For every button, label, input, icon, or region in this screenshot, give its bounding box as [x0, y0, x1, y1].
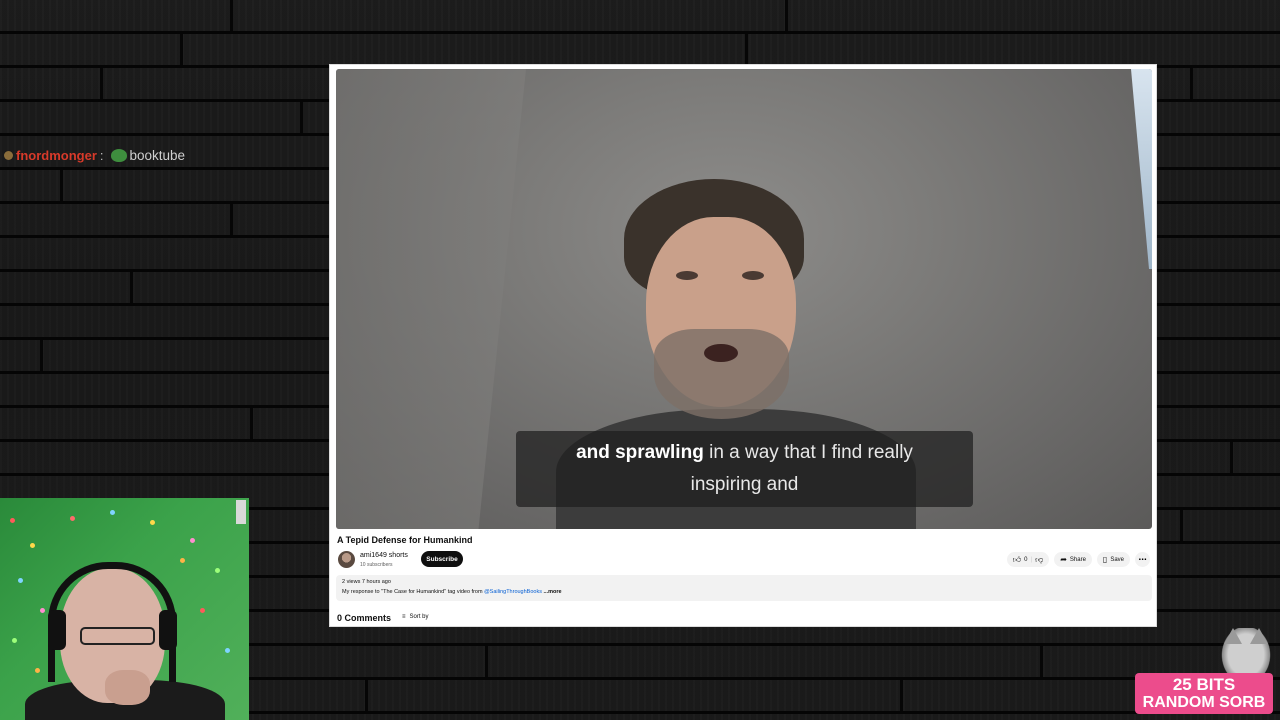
youtube-panel: and sprawling in a way that I find reall…: [329, 64, 1157, 627]
comments-count: 0 Comments: [337, 613, 392, 623]
video-caption: and sprawling in a way that I find reall…: [516, 431, 973, 507]
thumbs-down-icon[interactable]: 👎︎: [1035, 555, 1043, 564]
like-dislike-group: 👍︎ 0 | 👎︎: [1006, 552, 1050, 567]
share-button[interactable]: ➦ Share: [1054, 552, 1092, 567]
channel-name[interactable]: ami1649 shorts: [360, 552, 408, 559]
share-label: Share: [1069, 556, 1086, 563]
alert-line2: RANDOM SORB: [1142, 694, 1266, 711]
share-icon: ➦: [1060, 554, 1067, 564]
sort-icon: ≡: [402, 614, 406, 620]
description-text: My response to "The Case for Humankind" …: [342, 589, 562, 595]
subscriber-count: 10 subscribers: [360, 562, 393, 568]
bits-alert: 25 BITS RANDOM SORB: [1135, 673, 1273, 714]
frog-emote-icon: [110, 149, 127, 162]
description-box[interactable]: 2 views 7 hours ago My response to "The …: [336, 575, 1152, 601]
chat-message-text: booktube: [129, 148, 186, 163]
webcam-feed: [0, 498, 249, 720]
sort-button[interactable]: ≡ Sort by: [402, 614, 429, 620]
headphones: [48, 562, 176, 682]
save-button[interactable]: ▯ Save: [1096, 552, 1130, 567]
sort-label: Sort by: [409, 614, 429, 620]
chat-separator: :: [99, 148, 104, 163]
more-icon[interactable]: ⋯: [1135, 552, 1150, 567]
save-icon: ▯: [1102, 554, 1108, 564]
video-title: A Tepid Defense for Humankind: [337, 535, 473, 545]
mention-link[interactable]: @SailingThroughBooks: [484, 589, 542, 595]
glasses: [80, 627, 155, 645]
chat-username: fnordmonger: [16, 148, 97, 163]
subscribe-button[interactable]: Subscribe: [421, 551, 463, 567]
caption-line1: in a way that I find really: [703, 442, 913, 463]
save-label: Save: [1110, 556, 1124, 563]
more-link[interactable]: ...more: [542, 589, 561, 595]
caption-line2: inspiring and: [690, 474, 799, 495]
channel-avatar[interactable]: [338, 551, 355, 568]
video-player[interactable]: and sprawling in a way that I find reall…: [336, 69, 1152, 529]
description-prefix: My response to "The Case for Humankind" …: [342, 589, 485, 595]
window: [1131, 69, 1152, 269]
alert-line1: 25 BITS: [1172, 675, 1236, 694]
chat-message: fnordmonger: booktube: [4, 148, 185, 163]
view-meta: 2 views 7 hours ago: [342, 579, 391, 585]
caption-bold: and sprawling: [576, 442, 704, 463]
chat-badge-icon: [4, 151, 13, 160]
like-count: 0: [1024, 556, 1028, 563]
video-actions: 👍︎ 0 | 👎︎ ➦ Share ▯ Save ⋯: [1006, 552, 1150, 567]
thumbs-up-icon[interactable]: 👍︎: [1013, 555, 1021, 564]
